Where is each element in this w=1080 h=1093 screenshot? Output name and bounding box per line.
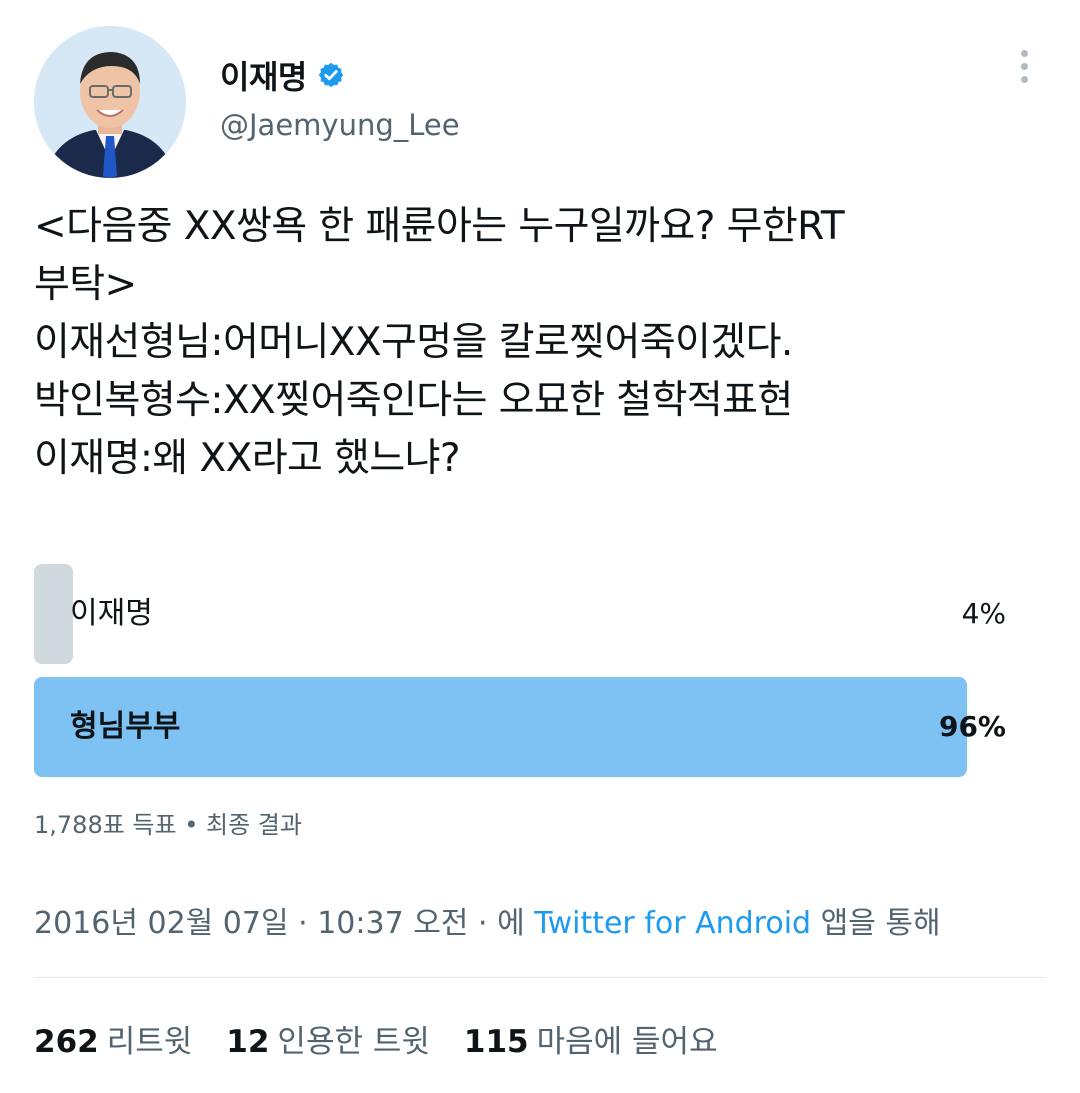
quotes-count: 12 <box>226 1024 270 1060</box>
more-dot <box>1020 50 1028 57</box>
engagement-stats: 262 리트윗 12 인용한 트윗 115 마음에 들어요 <box>34 1016 752 1061</box>
more-dot <box>1020 76 1028 83</box>
tweet-date[interactable]: 2016년 02월 07일 <box>34 906 289 941</box>
poll-option-winner[interactable]: 형님부부 96% <box>34 677 1006 777</box>
tweet-text: <다음중 XX쌍욕 한 패륜아는 누구일까요? 무한RT 부탁> 이재선형님:어… <box>34 198 1044 488</box>
more-dot <box>1020 63 1028 70</box>
poll-option-label: 형님부부 <box>70 709 181 744</box>
verified-badge-icon <box>318 62 344 88</box>
likes-label: 마음에 들어요 <box>536 1024 718 1060</box>
likes-stat[interactable]: 115 마음에 들어요 <box>464 1016 718 1061</box>
retweets-count: 262 <box>34 1024 99 1060</box>
via-suffix: 앱을 통해 <box>820 906 941 941</box>
profile-photo <box>34 26 186 178</box>
poll-option[interactable]: 이재명 4% <box>34 564 1006 664</box>
tweet-time[interactable]: 10:37 오전 <box>317 906 468 941</box>
avatar[interactable] <box>34 26 186 178</box>
meta-separator: · <box>298 906 308 941</box>
tweet-line: 부탁> <box>34 262 137 307</box>
retweets-label: 리트윗 <box>106 1024 193 1060</box>
author-name[interactable]: 이재명 <box>220 52 307 98</box>
author-name-row: 이재명 <box>220 50 345 100</box>
meta-separator: · <box>477 906 488 941</box>
tweet-timestamp: 2016년 02월 07일 · 10:37 오전 · 에 Twitter for… <box>34 898 941 942</box>
poll-bar <box>34 564 73 664</box>
poll-option-percent: 4% <box>961 597 1006 630</box>
poll-option-label: 이재명 <box>70 596 153 631</box>
poll-status: 최종 결과 <box>206 811 302 839</box>
more-options-icon[interactable] <box>1010 50 1038 90</box>
poll-option-percent: 96% <box>938 710 1006 743</box>
likes-count: 115 <box>463 1024 529 1060</box>
source-link[interactable]: Twitter for Android <box>534 906 811 941</box>
tweet-line: 이재선형님:어머니XX구멍을 칼로찢어죽이겠다. <box>34 320 793 365</box>
retweets-stat[interactable]: 262 리트윗 <box>34 1016 192 1061</box>
tweet-line: 이재명:왜 XX라고 했느냐? <box>34 436 461 481</box>
author-handle[interactable]: @Jaemyung_Lee <box>220 108 460 142</box>
quotes-label: 인용한 트윗 <box>277 1024 430 1060</box>
tweet-line: 박인복형수:XX찢어죽인다는 오묘한 철학적표현 <box>34 378 793 423</box>
poll-separator: • <box>184 811 199 839</box>
divider <box>34 977 1046 978</box>
via-prefix: 에 <box>497 906 525 941</box>
quotes-stat[interactable]: 12 인용한 트윗 <box>226 1016 430 1061</box>
poll-meta: 1,788표 득표 • 최종 결과 <box>34 805 302 840</box>
poll-votes: 1,788표 득표 <box>34 811 177 839</box>
tweet-line: <다음중 XX쌍욕 한 패륜아는 누구일까요? 무한RT <box>34 204 845 249</box>
